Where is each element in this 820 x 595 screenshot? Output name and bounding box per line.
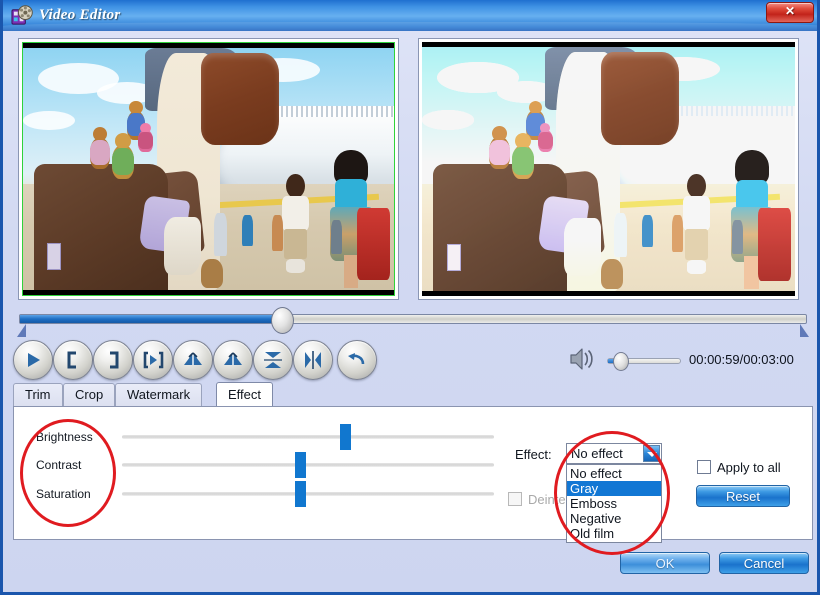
saturation-label: Saturation xyxy=(36,487,91,501)
checkbox-box-apply-to-all xyxy=(697,460,711,474)
rotate-right-button[interactable] xyxy=(213,340,253,380)
contrast-label: Contrast xyxy=(36,458,82,472)
effect-option-gray[interactable]: Gray xyxy=(567,481,661,496)
set-end-button[interactable] xyxy=(93,340,133,380)
contrast-slider-thumb[interactable] xyxy=(295,452,306,478)
flip-vertical-button[interactable] xyxy=(253,340,293,380)
effect-select-label: Effect: xyxy=(515,447,552,462)
brightness-slider-track[interactable] xyxy=(122,424,494,450)
window-title: Video Editor xyxy=(39,7,121,23)
saturation-slider-thumb[interactable] xyxy=(295,481,306,507)
effect-dropdown-list[interactable]: No effect Gray Emboss Negative Old film xyxy=(566,464,662,543)
effect-select[interactable]: No effect xyxy=(566,443,662,464)
effect-panel: Brightness Contrast Saturation xyxy=(13,406,813,540)
play-button[interactable] xyxy=(13,340,53,380)
flip-vertical-icon xyxy=(264,352,282,368)
close-icon: ✕ xyxy=(784,4,796,18)
source-video-frame xyxy=(22,42,395,296)
close-button[interactable]: ✕ xyxy=(766,2,814,23)
tab-effect[interactable]: Effect xyxy=(216,382,274,406)
saturation-slider-track[interactable] xyxy=(122,481,494,507)
volume-slider-thumb[interactable] xyxy=(613,352,629,371)
effect-select-value: No effect xyxy=(571,446,623,461)
cancel-button[interactable]: Cancel xyxy=(719,552,809,574)
brightness-slider-thumb[interactable] xyxy=(340,424,351,450)
reset-button[interactable]: Reset xyxy=(696,485,790,507)
transport-toolbar xyxy=(11,340,391,382)
undo-button[interactable] xyxy=(337,340,377,380)
bracket-right-icon xyxy=(110,351,119,369)
flip-horizontal-icon xyxy=(305,351,321,369)
contrast-slider-track[interactable] xyxy=(122,452,494,478)
time-display: 00:00:59/00:03:00 xyxy=(689,352,794,367)
ok-button[interactable]: OK xyxy=(620,552,710,574)
flip-horizontal-button[interactable] xyxy=(293,340,333,380)
effect-option-negative[interactable]: Negative xyxy=(567,511,661,526)
apply-to-all-label: Apply to all xyxy=(717,460,781,475)
speaker-icon[interactable] xyxy=(569,346,597,372)
trim-start-marker-icon[interactable] xyxy=(17,324,26,337)
seek-slider-fill xyxy=(20,315,280,323)
seek-slider-thumb[interactable] xyxy=(271,307,294,334)
video-scene-output xyxy=(422,47,795,291)
tab-trim[interactable]: Trim xyxy=(13,383,63,406)
undo-arrow-icon xyxy=(348,353,365,365)
output-preview-pane xyxy=(418,38,799,300)
video-scene-source xyxy=(23,48,394,290)
seek-slider-track[interactable] xyxy=(19,314,807,324)
rotate-left-button[interactable] xyxy=(173,340,213,380)
rotate-left-icon xyxy=(184,352,202,365)
effect-option-emboss[interactable]: Emboss xyxy=(567,496,661,511)
video-editor-icon xyxy=(11,5,33,25)
set-start-button[interactable] xyxy=(53,340,93,380)
output-video-frame xyxy=(422,42,795,296)
tab-crop[interactable]: Crop xyxy=(63,383,116,406)
checkbox-box-deinterlace xyxy=(508,492,522,506)
rotate-right-icon xyxy=(224,352,242,365)
apply-to-all-checkbox[interactable]: Apply to all xyxy=(697,460,781,475)
effect-option-old-film[interactable]: Old film xyxy=(567,526,661,541)
source-preview-pane xyxy=(18,38,399,300)
tab-watermark[interactable]: Watermark xyxy=(115,383,203,406)
chevron-down-icon[interactable] xyxy=(643,445,660,462)
title-bar: Video Editor ✕ xyxy=(3,0,817,31)
bracket-play-icon xyxy=(143,351,164,369)
play-icon xyxy=(28,353,40,367)
bracket-left-icon xyxy=(67,351,76,369)
effect-option-no-effect[interactable]: No effect xyxy=(567,466,661,481)
video-editor-window: Video Editor ✕ 00:00:59/00:03:00 Trim Cr… xyxy=(0,0,820,595)
seek-bar-area xyxy=(3,305,817,337)
play-segment-button[interactable] xyxy=(133,340,173,380)
brightness-label: Brightness xyxy=(36,430,93,444)
trim-end-marker-icon[interactable] xyxy=(800,324,809,337)
